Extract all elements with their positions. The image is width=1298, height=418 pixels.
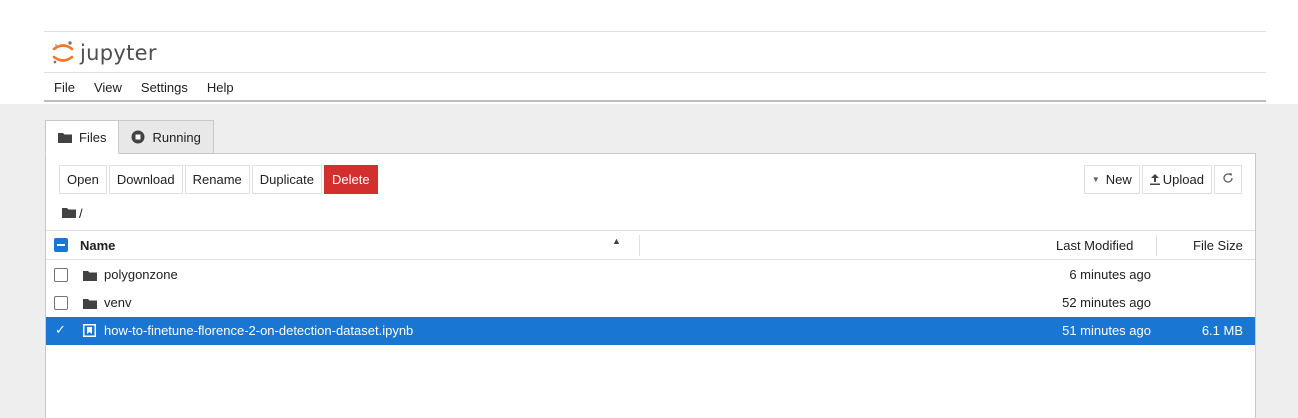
column-name[interactable]: Name [80, 238, 115, 253]
logo-wordmark: jupyter [80, 41, 157, 65]
upload-button[interactable]: Upload [1141, 165, 1212, 194]
file-row-venv[interactable]: venv 52 minutes ago [46, 289, 1255, 317]
open-button[interactable]: Open [59, 165, 107, 194]
caret-down-icon: ▼ [1091, 175, 1100, 184]
row-checkbox[interactable] [54, 268, 68, 282]
file-row-polygonzone[interactable]: polygonzone 6 minutes ago [46, 261, 1255, 289]
upload-icon [1149, 174, 1160, 185]
app-header: jupyter [44, 31, 1266, 73]
duplicate-button[interactable]: Duplicate [251, 165, 322, 194]
tab-bar: Files Running [45, 120, 214, 154]
sort-ascending-icon[interactable]: ▲ [612, 236, 621, 246]
menu-view[interactable]: View [94, 80, 122, 95]
file-actions-toolbar: Open Download Rename Duplicate Delete [59, 165, 380, 194]
file-name[interactable]: how-to-finetune-florence-2-on-detection-… [104, 323, 413, 338]
breadcrumb: / [62, 206, 83, 221]
folder-icon [58, 132, 72, 143]
delete-button[interactable]: Delete [323, 165, 378, 194]
select-all-checkbox[interactable] [54, 238, 68, 252]
menu-bar: File View Settings Help [44, 74, 1266, 102]
column-last-modified[interactable]: Last Modified [1056, 238, 1133, 253]
folder-home-icon[interactable] [62, 206, 76, 221]
new-dropdown-button[interactable]: ▼ New [1083, 165, 1140, 194]
refresh-button[interactable] [1214, 165, 1242, 194]
breadcrumb-path[interactable]: / [79, 206, 83, 221]
menu-file[interactable]: File [54, 80, 75, 95]
column-file-size[interactable]: File Size [1193, 238, 1243, 253]
folder-icon [83, 297, 97, 312]
rename-button[interactable]: Rename [184, 165, 250, 194]
file-name[interactable]: venv [104, 295, 131, 310]
folder-icon [83, 269, 97, 284]
jupyter-logo[interactable]: jupyter [52, 38, 157, 68]
row-checkbox[interactable] [54, 296, 68, 310]
menu-help[interactable]: Help [207, 80, 234, 95]
download-button[interactable]: Download [108, 165, 183, 194]
tab-running-label: Running [152, 129, 201, 145]
tab-running[interactable]: Running [118, 120, 214, 154]
file-modified: 52 minutes ago [1062, 295, 1151, 310]
checkmark-icon[interactable]: ✓ [55, 322, 66, 338]
tab-files[interactable]: Files [45, 120, 120, 154]
jupyter-logo-icon [52, 41, 74, 64]
notebook-icon [83, 324, 96, 340]
new-button-label: New [1105, 172, 1132, 187]
upload-button-label: Upload [1162, 172, 1204, 187]
stop-circle-icon [131, 130, 145, 144]
refresh-icon [1222, 172, 1234, 187]
file-name[interactable]: polygonzone [104, 267, 178, 282]
tab-files-label: Files [79, 129, 107, 145]
file-browser-panel: Open Download Rename Duplicate Delete ▼ … [45, 153, 1256, 418]
file-create-toolbar: ▼ New Upload [1082, 165, 1242, 194]
column-divider[interactable] [1156, 235, 1157, 256]
main-area: Files Running Open Download Rename Dupli… [0, 104, 1298, 418]
file-size: 6.1 MB [1201, 323, 1243, 338]
file-list-header: Name ▲ Last Modified File Size [46, 230, 1255, 260]
file-modified: 51 minutes ago [1062, 323, 1151, 338]
top-blank-area [0, 0, 1298, 31]
file-row-notebook[interactable]: ✓ how-to-finetune-florence-2-on-detectio… [46, 317, 1255, 345]
menu-settings[interactable]: Settings [141, 80, 188, 95]
file-modified: 6 minutes ago [1069, 267, 1151, 282]
column-divider[interactable] [639, 235, 640, 256]
